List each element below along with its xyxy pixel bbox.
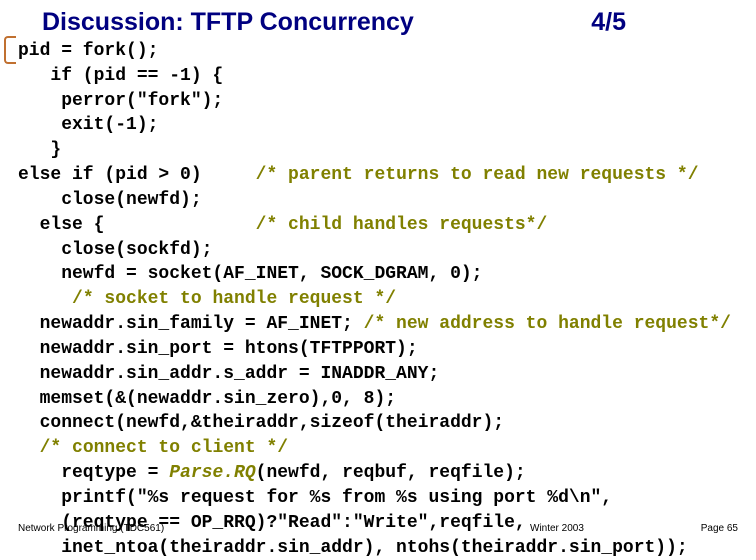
- code-comment: /* connect to client */: [40, 438, 288, 458]
- code-comment: /* child handles requests*/: [256, 215, 548, 235]
- code-line: newaddr.sin_port = htons(TFTPPORT);: [18, 339, 418, 359]
- code-line: [18, 289, 72, 309]
- code-line: exit(-1);: [18, 115, 158, 135]
- decorative-brace: [4, 36, 16, 64]
- code-line: [18, 438, 40, 458]
- slide-page-number: 4/5: [591, 8, 726, 37]
- code-comment: /* parent returns to read new requests *…: [256, 165, 699, 185]
- code-line: reqtype =: [18, 463, 169, 483]
- slide-title: Discussion: TFTP Concurrency: [42, 8, 414, 37]
- code-line: else if (pid > 0): [18, 165, 256, 185]
- code-line: newaddr.sin_family = AF_INET;: [18, 314, 364, 334]
- code-line: pid = fork();: [18, 41, 158, 61]
- code-line: inet_ntoa(theiraddr.sin_addr), ntohs(the…: [18, 538, 688, 558]
- footer-mid: Winter 2003: [530, 523, 584, 534]
- title-row: Discussion: TFTP Concurrency 4/5: [0, 0, 756, 37]
- code-line: }: [18, 140, 61, 160]
- code-block: pid = fork(); if (pid == -1) { perror("f…: [0, 37, 756, 560]
- code-line: if (pid == -1) {: [18, 66, 223, 86]
- code-line: (newfd, reqbuf, reqfile);: [256, 463, 526, 483]
- code-line: close(sockfd);: [18, 240, 212, 260]
- footer-left: Network Programming (TDC561): [18, 523, 164, 534]
- code-line: memset(&(newaddr.sin_zero),0, 8);: [18, 389, 396, 409]
- code-line: perror("fork");: [18, 91, 223, 111]
- code-italic: Parse.RQ: [169, 463, 255, 483]
- code-comment: /* socket to handle request */: [72, 289, 396, 309]
- code-line: close(newfd);: [18, 190, 202, 210]
- code-line: printf("%s request for %s from %s using …: [18, 488, 612, 508]
- footer-right: Page 65: [701, 523, 738, 534]
- code-line: else {: [18, 215, 256, 235]
- slide: Discussion: TFTP Concurrency 4/5 pid = f…: [0, 0, 756, 540]
- code-comment: /* new address to handle request*/: [364, 314, 731, 334]
- code-line: newfd = socket(AF_INET, SOCK_DGRAM, 0);: [18, 264, 482, 284]
- code-line: newaddr.sin_addr.s_addr = INADDR_ANY;: [18, 364, 439, 384]
- code-line: connect(newfd,&theiraddr,sizeof(theiradd…: [18, 413, 504, 433]
